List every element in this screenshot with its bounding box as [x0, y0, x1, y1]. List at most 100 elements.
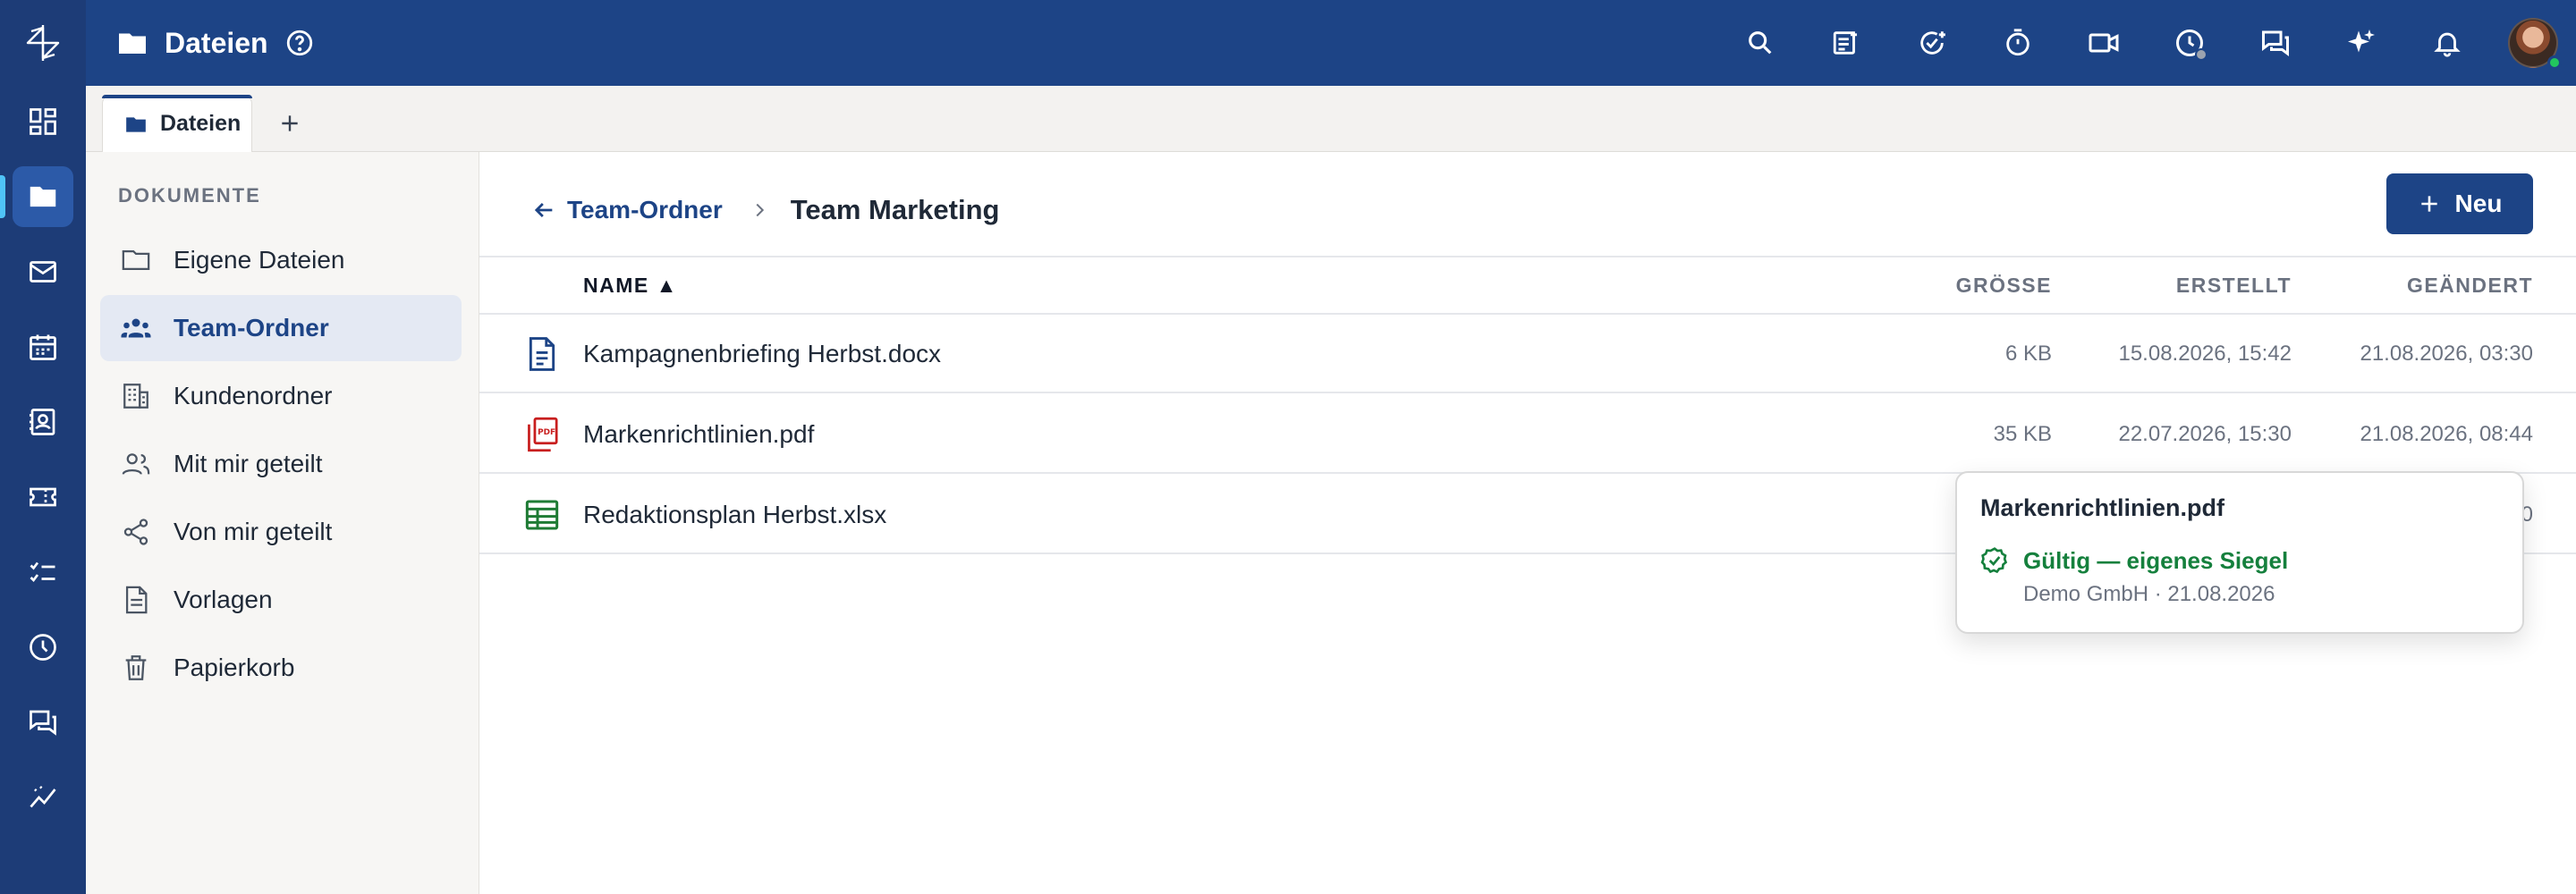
notes-button[interactable]: [1803, 0, 1889, 86]
user-menu[interactable]: [2490, 0, 2576, 86]
column-header-size[interactable]: GRÖSSE: [1956, 274, 2052, 298]
sidebar-item-label: Eigene Dateien: [174, 246, 345, 274]
sidebar: DOKUMENTE Eigene Dateien Team-Ordner Kun…: [86, 152, 479, 894]
ai-sparkle-icon: [2348, 30, 2375, 53]
new-button-label: Neu: [2454, 190, 2503, 217]
search-button[interactable]: [1717, 0, 1803, 86]
rail-item-time[interactable]: [13, 617, 73, 678]
ai-assistant-button[interactable]: [2318, 0, 2404, 86]
chevron-right-icon: [756, 203, 764, 217]
sidebar-item-shared-by-me[interactable]: Von mir geteilt: [100, 499, 462, 565]
signature-tooltip: Markenrichtlinien.pdf Gültig — eigenes S…: [1955, 471, 2524, 634]
file-modified: 21.08.2026, 08:44: [2360, 422, 2533, 446]
sidebar-item-customer-folders[interactable]: Kundenordner: [100, 363, 462, 429]
sidebar-item-label: Team-Ordner: [174, 314, 329, 342]
rail-item-files[interactable]: [13, 166, 73, 227]
file-modified: 21.08.2026, 03:30: [2360, 342, 2533, 366]
rail-item-tasks[interactable]: [13, 542, 73, 603]
tasks-icon: [30, 561, 55, 583]
add-task-button[interactable]: [1889, 0, 1975, 86]
task-add-icon: [1920, 31, 1945, 55]
breadcrumb-parent-label: Team-Ordner: [567, 196, 723, 224]
sidebar-item-label: Von mir geteilt: [174, 518, 333, 545]
file-size: 35 KB: [1993, 422, 2052, 446]
video-icon: [2089, 33, 2119, 53]
table-row[interactable]: Kampagnenbriefing Herbst.docx 6 KB 15.08…: [479, 315, 2576, 393]
sidebar-item-templates[interactable]: Vorlagen: [100, 567, 462, 633]
file-created: 22.07.2026, 15:30: [2118, 422, 2292, 446]
sidebar-item-label: Kundenordner: [174, 382, 333, 409]
mail-icon: [30, 261, 56, 283]
clock-icon: [30, 634, 56, 661]
add-tab-button[interactable]: [270, 104, 309, 143]
folder-icon: [30, 186, 56, 207]
online-status-dot: [2547, 55, 2562, 70]
signature-detail: Demo GmbH · 21.08.2026: [2023, 582, 2275, 606]
svg-text:PDF: PDF: [538, 428, 555, 437]
sidebar-item-team-folders[interactable]: Team-Ordner: [100, 295, 462, 361]
video-button[interactable]: [2061, 0, 2147, 86]
new-button[interactable]: Neu: [2386, 173, 2533, 234]
tab-files[interactable]: Dateien: [102, 95, 252, 152]
verified-check-icon: [1980, 546, 2009, 575]
rail-item-chat[interactable]: [13, 692, 73, 753]
signature-status: Gültig — eigenes Siegel: [2023, 547, 2289, 574]
history-button[interactable]: [2147, 0, 2233, 86]
sidebar-item-label: Vorlagen: [174, 586, 273, 613]
rail-active-indicator: [0, 175, 5, 218]
ticket-icon: [30, 487, 56, 507]
breadcrumb: Team-Ordner Team Marketing: [531, 188, 999, 232]
pdf-file-icon: PDF: [522, 415, 562, 454]
sidebar-item-own-files[interactable]: Eigene Dateien: [100, 227, 462, 293]
rail-item-analytics[interactable]: [13, 767, 73, 828]
docx-file-icon: [522, 334, 562, 374]
column-header-name[interactable]: NAME ▲: [583, 274, 678, 298]
timer-icon: [2006, 29, 2029, 56]
sidebar-item-trash[interactable]: Papierkorb: [100, 635, 462, 701]
help-icon[interactable]: [284, 28, 315, 58]
chat-button[interactable]: [2233, 0, 2318, 86]
bell-icon: [2434, 32, 2461, 57]
file-size: 6 KB: [2004, 342, 2052, 366]
notes-icon: [1833, 31, 1858, 55]
folder-icon: [126, 116, 146, 132]
rail-item-tickets[interactable]: [13, 467, 73, 527]
trash-icon: [125, 655, 147, 680]
chat-icon: [2262, 30, 2289, 56]
app-rail: [0, 0, 86, 894]
breadcrumb-parent-link[interactable]: Team-Ordner: [531, 196, 723, 224]
file-created: 15.08.2026, 15:42: [2118, 342, 2292, 366]
rail-item-contacts[interactable]: [13, 392, 73, 452]
notifications-button[interactable]: [2404, 0, 2490, 86]
sidebar-item-label: Papierkorb: [174, 654, 295, 681]
calendar-icon: [30, 334, 56, 360]
contacts-icon: [30, 409, 55, 435]
file-name: Redaktionsplan Herbst.xlsx: [583, 501, 887, 528]
timer-button[interactable]: [1975, 0, 2061, 86]
sidebar-item-shared-with-me[interactable]: Mit mir geteilt: [100, 431, 462, 497]
tab-bar: Dateien: [86, 86, 2576, 152]
column-header-modified[interactable]: GEÄNDERT: [2407, 274, 2533, 298]
app-title-group: Dateien: [116, 0, 315, 86]
folder-outline-icon: [122, 249, 150, 271]
top-header: Dateien: [86, 0, 2576, 86]
chat-icon: [30, 710, 56, 736]
building-icon: [123, 384, 148, 409]
column-header-created[interactable]: ERSTELLT: [2176, 274, 2292, 298]
app-logo-icon[interactable]: [21, 21, 64, 64]
folder-icon: [119, 33, 146, 54]
breadcrumb-current: Team Marketing: [790, 194, 1000, 225]
rail-item-dashboard[interactable]: [13, 91, 73, 152]
app-title: Dateien: [165, 26, 268, 59]
header-actions: [1717, 0, 2576, 86]
sidebar-item-label: Mit mir geteilt: [174, 450, 323, 477]
share-icon: [123, 519, 148, 545]
file-name: Markenrichtlinien.pdf: [583, 420, 815, 448]
arrow-left-icon: [534, 203, 553, 217]
rail-item-calendar[interactable]: [13, 316, 73, 377]
table-row[interactable]: PDF Markenrichtlinien.pdf 35 KB 22.07.20…: [479, 395, 2576, 474]
search-icon: [1749, 31, 1772, 55]
rail-item-mail[interactable]: [13, 241, 73, 302]
people-icon: [122, 453, 150, 475]
file-name: Kampagnenbriefing Herbst.docx: [583, 340, 942, 367]
